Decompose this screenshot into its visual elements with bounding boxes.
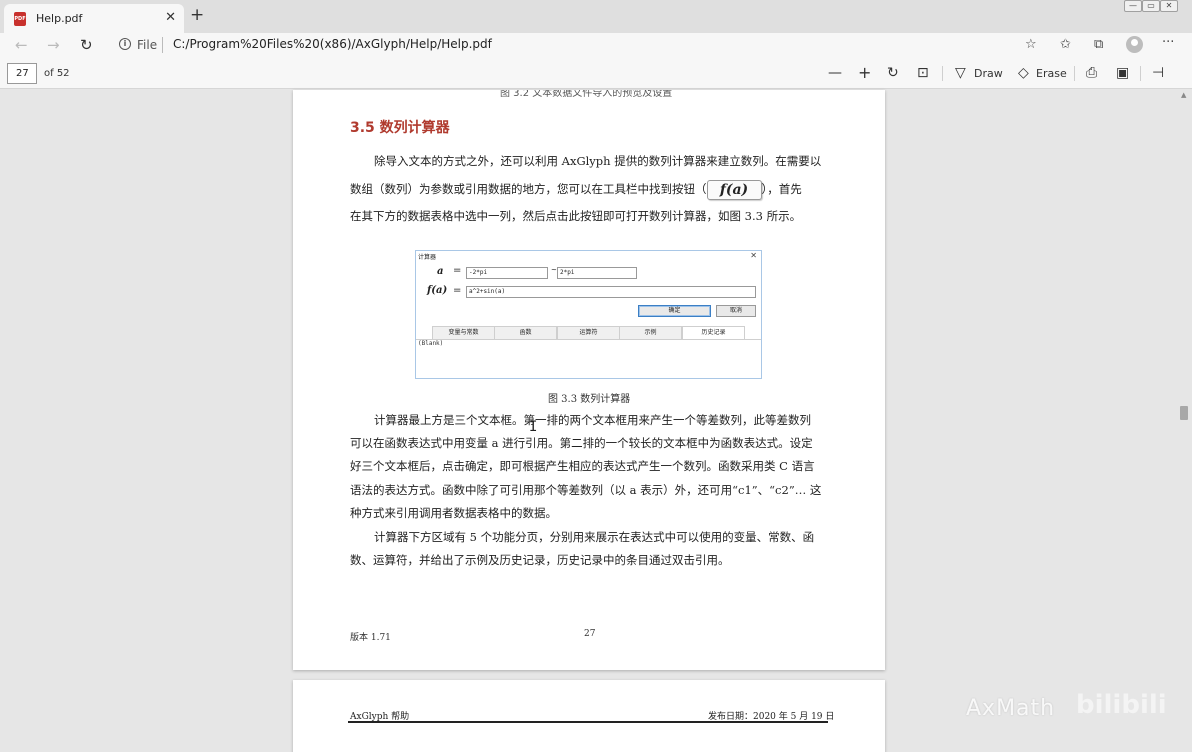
cancel-button-image: 取消 bbox=[716, 305, 756, 317]
figure-caption: 图 3.3 数列计算器 bbox=[548, 394, 631, 405]
erase-icon[interactable]: ◇ bbox=[1018, 64, 1029, 82]
end-value-field: 2*pi bbox=[557, 267, 637, 279]
url-field[interactable]: C:/Program%20Files%20(x86)/AxGlyph/Help/… bbox=[173, 37, 492, 51]
refresh-icon[interactable]: ↻ bbox=[80, 36, 93, 54]
section-title: 3.5 数列计算器 bbox=[350, 120, 450, 136]
calc-tab: 示例 bbox=[619, 326, 682, 339]
calc-tab: 运算符 bbox=[557, 326, 620, 339]
footer-version: 版本 1.71 bbox=[350, 633, 391, 643]
equals-sign: = bbox=[453, 265, 462, 276]
calculator-window-title: 计算器 bbox=[418, 254, 437, 261]
calculator-tabs: 变量与常数 函数 运算符 示例 历史记录 bbox=[432, 326, 745, 339]
paragraph-line: 计算器下方区域有 5 个功能分页，分别用来展示在表达式中可以使用的变量、常数、函 bbox=[374, 530, 815, 544]
calc-tab: 变量与常数 bbox=[432, 326, 495, 339]
paragraph-line: 语法的表达方式。函数中除了可引用那个等差数列（以 a 表示）外，还可用“c1”、… bbox=[350, 483, 822, 497]
toolbar-divider bbox=[942, 66, 943, 81]
paragraph-line: 好三个文本框后，点击确定，即可根据产生相应的表达式产生一个数列。函数采用类 C … bbox=[350, 459, 815, 473]
paragraph-line: 计算器最上方是三个文本框。第一排的两个文本框用来产生一个等差数列，此等差数列 bbox=[374, 413, 811, 427]
range-tilde: ~ bbox=[551, 266, 557, 274]
pin-toolbar-icon[interactable]: ⊣ bbox=[1152, 64, 1164, 82]
calculator-figure: 计算器 ✕ a = -2*pi ~ 2*pi f(a) = a^2+sin(a)… bbox=[415, 250, 762, 379]
collections-icon[interactable]: ⧉ bbox=[1094, 37, 1103, 53]
pdf-file-icon: PDF bbox=[14, 11, 26, 26]
tab-bar: PDF Help.pdf ✕ + — ▭ ✕ bbox=[0, 0, 1192, 33]
paragraph-line: 可以在函数表达式中用变量 a 进行引用。第二排的一个较长的文本框中为函数表达式。… bbox=[350, 436, 813, 450]
forward-arrow-icon[interactable]: → bbox=[47, 36, 60, 54]
favorites-list-icon[interactable]: ✩ bbox=[1060, 37, 1071, 53]
page-count: of 52 bbox=[44, 68, 70, 79]
rotate-icon[interactable]: ↻ bbox=[887, 64, 899, 82]
address-bar: ← → ↻ i File C:/Program%20Files%20(x86)/… bbox=[0, 33, 1192, 58]
scrollbar-thumb[interactable] bbox=[1180, 406, 1188, 420]
scroll-up-arrow-icon[interactable]: ▲ bbox=[1181, 91, 1186, 99]
draw-button[interactable]: Draw bbox=[974, 67, 1003, 80]
history-blank-text: (Blank) bbox=[418, 340, 444, 347]
zoom-in-icon[interactable]: + bbox=[858, 64, 871, 82]
tab-close-icon[interactable]: ✕ bbox=[165, 10, 176, 25]
pdf-page-next: AxGlyph 帮助 发布日期：2020 年 5 月 19 日 bbox=[293, 680, 885, 752]
favorite-star-icon[interactable]: ☆ bbox=[1025, 37, 1037, 53]
info-icon[interactable]: i bbox=[119, 38, 131, 50]
paragraph-text: ），首先 bbox=[761, 182, 802, 196]
paragraph-line: 数、运算符，并给出了示例及历史记录，历史记录中的条目通过双击引用。 bbox=[350, 553, 730, 567]
paragraph-line: 在其下方的数据表格中选中一列，然后点击此按钮即可打开数列计算器，如图 3.3 所… bbox=[350, 209, 802, 223]
tab-title: Help.pdf bbox=[36, 12, 83, 25]
function-button-image: f(a) bbox=[706, 180, 762, 200]
calc-tab: 函数 bbox=[494, 326, 557, 339]
paragraph-line: 数组（数列）为参数或引用数据的地方，您可以在工具栏中找到按钮（ f(a) ），首先 bbox=[350, 178, 802, 201]
variable-a-label: a bbox=[437, 266, 444, 277]
function-fa-label: f(a) bbox=[427, 285, 448, 296]
zoom-out-icon[interactable]: — bbox=[828, 64, 842, 82]
paragraph-line: 除导入文本的方式之外，还可以利用 AxGlyph 提供的数列计算器来建立数列。在… bbox=[374, 154, 822, 168]
tab-help-pdf[interactable]: PDF Help.pdf ✕ bbox=[4, 4, 184, 33]
new-tab-icon[interactable]: + bbox=[190, 7, 204, 24]
save-icon[interactable]: ▣ bbox=[1116, 64, 1129, 82]
paragraph-text: 数组（数列）为参数或引用数据的地方，您可以在工具栏中找到按钮（ bbox=[350, 182, 707, 196]
expression-field: a^2+sin(a) bbox=[466, 286, 756, 298]
text-cursor-icon: I bbox=[529, 419, 538, 435]
fit-page-icon[interactable]: ⊡ bbox=[917, 64, 929, 82]
erase-button[interactable]: Erase bbox=[1036, 67, 1067, 80]
file-scheme-label: File bbox=[137, 38, 158, 52]
calculator-close-icon: ✕ bbox=[750, 251, 757, 260]
address-divider bbox=[162, 37, 163, 53]
header-rule bbox=[348, 721, 828, 723]
minimize-icon[interactable]: — bbox=[1124, 0, 1142, 12]
bilibili-logo: bilibili bbox=[1076, 690, 1167, 720]
pdf-toolbar: 27 of 52 — + ↻ ⊡ ▽ Draw ◇ Erase ⎙ ▣ ⊣ bbox=[0, 58, 1192, 89]
back-arrow-icon[interactable]: ← bbox=[15, 36, 28, 54]
start-value-field: -2*pi bbox=[466, 267, 548, 279]
pdf-page: 图 3.2 文本数据文件导入的预览及设置 3.5 数列计算器 除导入文本的方式之… bbox=[293, 90, 885, 670]
watermark-text: AxMath bbox=[966, 696, 1056, 721]
footer-page-number: 27 bbox=[584, 629, 596, 639]
window-close-icon[interactable]: ✕ bbox=[1160, 0, 1178, 12]
paragraph-line: 种方式来引用调用者数据表格中的数据。 bbox=[350, 506, 557, 520]
toolbar-divider bbox=[1140, 66, 1141, 81]
ok-button-image: 确定 bbox=[638, 305, 711, 317]
previous-figure-caption: 图 3.2 文本数据文件导入的预览及设置 bbox=[500, 90, 673, 99]
calc-tab-active: 历史记录 bbox=[682, 326, 745, 339]
toolbar-divider bbox=[1074, 66, 1075, 81]
maximize-icon[interactable]: ▭ bbox=[1142, 0, 1160, 12]
more-menu-icon[interactable]: ··· bbox=[1162, 35, 1174, 51]
page-number-input[interactable]: 27 bbox=[7, 63, 37, 84]
draw-icon[interactable]: ▽ bbox=[955, 64, 966, 82]
tab-divider bbox=[416, 339, 761, 340]
profile-avatar[interactable] bbox=[1126, 36, 1143, 53]
print-icon[interactable]: ⎙ bbox=[1086, 64, 1097, 82]
equals-sign: = bbox=[453, 285, 462, 296]
